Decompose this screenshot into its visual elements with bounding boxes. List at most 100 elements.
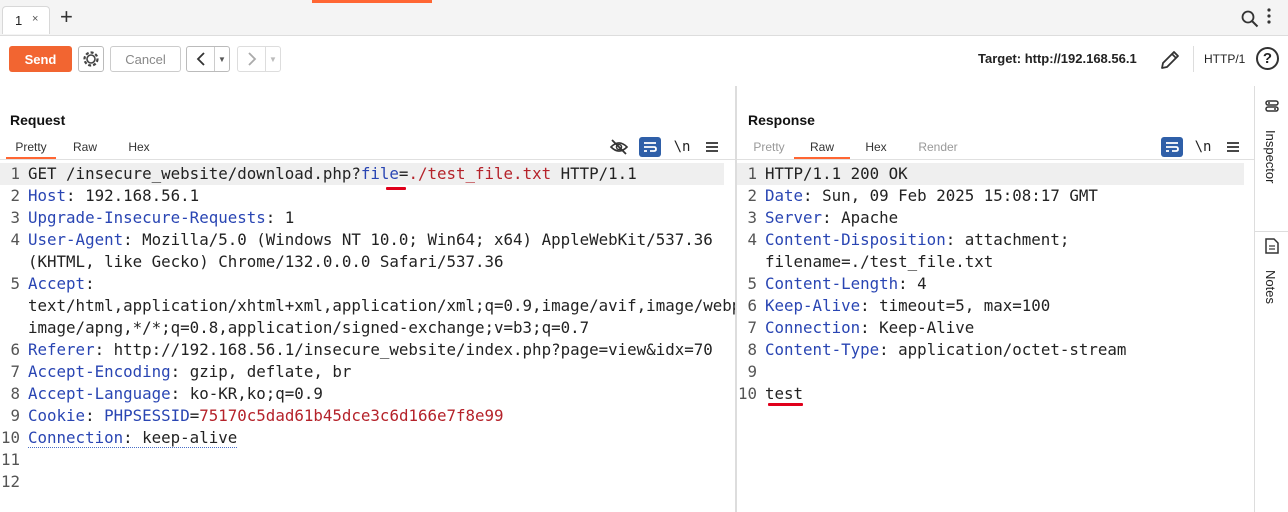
tab-bar: 1 × +	[0, 0, 1288, 36]
menu-icon[interactable]	[1222, 137, 1244, 157]
code-line[interactable]: 5 Accept:	[0, 273, 724, 295]
response-editor-icons: \n	[1161, 137, 1244, 157]
request-editor[interactable]: 1 GET /insecure_website/download.php?file…	[0, 163, 751, 493]
code-line[interactable]: (KHTML, like Gecko) Chrome/132.0.0.0 Saf…	[0, 251, 724, 273]
code-line[interactable]: 9 Cookie: PHPSESSID=75170c5dad61b45dce3c6…	[0, 405, 724, 427]
header-name: PHPSESSID	[104, 406, 190, 425]
line-number: 7	[747, 318, 757, 337]
header-value: =	[189, 406, 200, 425]
line-number: 2	[10, 186, 20, 205]
line-number	[0, 317, 20, 339]
line-number: 8	[747, 340, 757, 359]
back-button[interactable]: ▼	[186, 46, 230, 72]
code-line[interactable]: 12	[0, 471, 724, 493]
header-value: : Keep-Alive	[860, 318, 975, 337]
code-line[interactable]: 5 Content-Length: 4	[737, 273, 1244, 295]
notes-tab[interactable]: Notes	[1263, 270, 1278, 304]
line-text: text/html,application/xhtml+xml,applicat…	[20, 295, 751, 317]
code-line[interactable]: 4 User-Agent: Mozilla/5.0 (Windows NT 10.…	[0, 229, 724, 251]
header-value: : Mozilla/5.0 (Windows NT 10.0; Win64; x…	[123, 230, 713, 249]
request-editor-icons: \n	[608, 137, 723, 157]
code-line[interactable]: 7 Connection: Keep-Alive	[737, 317, 1244, 339]
tab-raw[interactable]: Raw	[56, 135, 114, 159]
tab-pretty[interactable]: Pretty	[744, 135, 794, 159]
code-line[interactable]: 4 Content-Disposition: attachment;	[737, 229, 1244, 251]
newline-toggle[interactable]: \n	[671, 137, 693, 157]
gear-icon[interactable]	[78, 46, 104, 72]
side-panel: Inspector Notes	[1254, 86, 1288, 512]
header-value: : application/octet-stream	[879, 340, 1127, 359]
code-line[interactable]: 2 Host: 192.168.56.1	[0, 185, 724, 207]
code-line[interactable]: 3 Upgrade-Insecure-Requests: 1	[0, 207, 724, 229]
tab-hex[interactable]: Hex	[114, 135, 164, 159]
code-line[interactable]: 8 Accept-Language: ko-KR,ko;q=0.9	[0, 383, 724, 405]
inspector-tab[interactable]: Inspector	[1263, 130, 1278, 183]
annotation-underline	[386, 187, 406, 190]
cancel-button[interactable]: Cancel	[110, 46, 181, 72]
search-icon[interactable]	[1241, 10, 1259, 33]
target-label: Target: http://192.168.56.1	[978, 51, 1137, 66]
header-name: file	[360, 164, 399, 183]
line-number: 2	[747, 186, 757, 205]
send-button[interactable]: Send	[9, 46, 72, 72]
header-value: HTTP/1.1 200 OK	[765, 164, 908, 183]
tab-hex[interactable]: Hex	[850, 135, 902, 159]
response-title: Response	[748, 112, 815, 128]
code-line[interactable]: 3 Server: Apache	[737, 207, 1244, 229]
code-line[interactable]: 10 Connection: keep-alive	[0, 427, 724, 449]
newline-toggle[interactable]: \n	[1192, 137, 1214, 157]
header-value: text/html,application/xhtml+xml,applicat…	[28, 296, 751, 315]
code-line[interactable]: 11	[0, 449, 724, 471]
code-line[interactable]: filename=./test_file.txt	[737, 251, 1244, 273]
line-text: Accept-Language: ko-KR,ko;q=0.9	[20, 383, 323, 405]
toolbar: Send Cancel ▼ ▼ Target: http://192.168.5…	[0, 36, 1288, 86]
forward-dropdown-icon[interactable]: ▼	[266, 47, 280, 71]
pencil-icon[interactable]	[1158, 48, 1182, 77]
response-editor[interactable]: 1 HTTP/1.1 200 OK 2 Date: Sun, 09 Feb 2025 …	[737, 163, 1244, 405]
more-icon[interactable]	[1266, 7, 1272, 28]
line-number: 9	[10, 406, 20, 425]
back-arrow-icon[interactable]	[187, 47, 215, 71]
tab-render[interactable]: Render	[902, 135, 974, 159]
wrap-icon[interactable]	[1161, 137, 1183, 157]
code-line[interactable]: 10 test	[737, 383, 1244, 405]
header-name: Accept	[28, 274, 86, 293]
code-line[interactable]: 9	[737, 361, 1244, 383]
highlighted-value: ./test_file.txt	[408, 164, 552, 183]
code-line[interactable]: text/html,application/xhtml+xml,applicat…	[0, 295, 751, 317]
header-name: Content-Disposition	[765, 230, 946, 249]
code-line[interactable]: 1 HTTP/1.1 200 OK	[737, 163, 1244, 185]
inspector-icon[interactable]	[1264, 98, 1280, 119]
line-text: Connection: Keep-Alive	[757, 317, 974, 339]
highlighted-value: 75170c5dad61b45dce3c6d166e7f8e99	[199, 406, 504, 425]
code-line[interactable]: 8 Content-Type: application/octet-stream	[737, 339, 1244, 361]
back-dropdown-icon[interactable]: ▼	[215, 47, 229, 71]
tab-pretty[interactable]: Pretty	[6, 135, 56, 159]
tab-close-icon[interactable]: ×	[32, 13, 38, 25]
code-line[interactable]: 7 Accept-Encoding: gzip, deflate, br	[0, 361, 724, 383]
forward-arrow-icon[interactable]	[238, 47, 266, 71]
code-line[interactable]: 1 GET /insecure_website/download.php?file…	[0, 163, 724, 185]
code-line[interactable]: 2 Date: Sun, 09 Feb 2025 15:08:17 GMT	[737, 185, 1244, 207]
line-text: Referer: http://192.168.56.1/insecure_we…	[20, 339, 713, 361]
line-text: test	[757, 383, 803, 405]
new-tab-button[interactable]: +	[60, 6, 73, 28]
menu-icon[interactable]	[701, 137, 723, 157]
hide-icon[interactable]	[608, 137, 630, 157]
wrap-icon[interactable]	[639, 137, 661, 157]
line-number: 12	[0, 472, 20, 491]
help-icon[interactable]: ?	[1256, 47, 1279, 70]
tab-1[interactable]: 1 ×	[2, 6, 50, 34]
header-name: Keep-Alive	[765, 296, 861, 315]
protocol-selector[interactable]: HTTP/1	[1204, 52, 1245, 66]
header-value: : gzip, deflate, br	[170, 362, 352, 381]
code-line[interactable]: 6 Referer: http://192.168.56.1/insecure_w…	[0, 339, 724, 361]
tab-raw[interactable]: Raw	[794, 135, 850, 159]
header-value: image/apng,*/*;q=0.8,application/signed-…	[28, 318, 590, 337]
code-line[interactable]: 6 Keep-Alive: timeout=5, max=100	[737, 295, 1244, 317]
line-text: Accept:	[20, 273, 95, 295]
code-line[interactable]: image/apng,*/*;q=0.8,application/signed-…	[0, 317, 724, 339]
header-name: Server	[765, 208, 823, 227]
forward-button[interactable]: ▼	[237, 46, 281, 72]
notes-icon[interactable]	[1265, 238, 1279, 259]
